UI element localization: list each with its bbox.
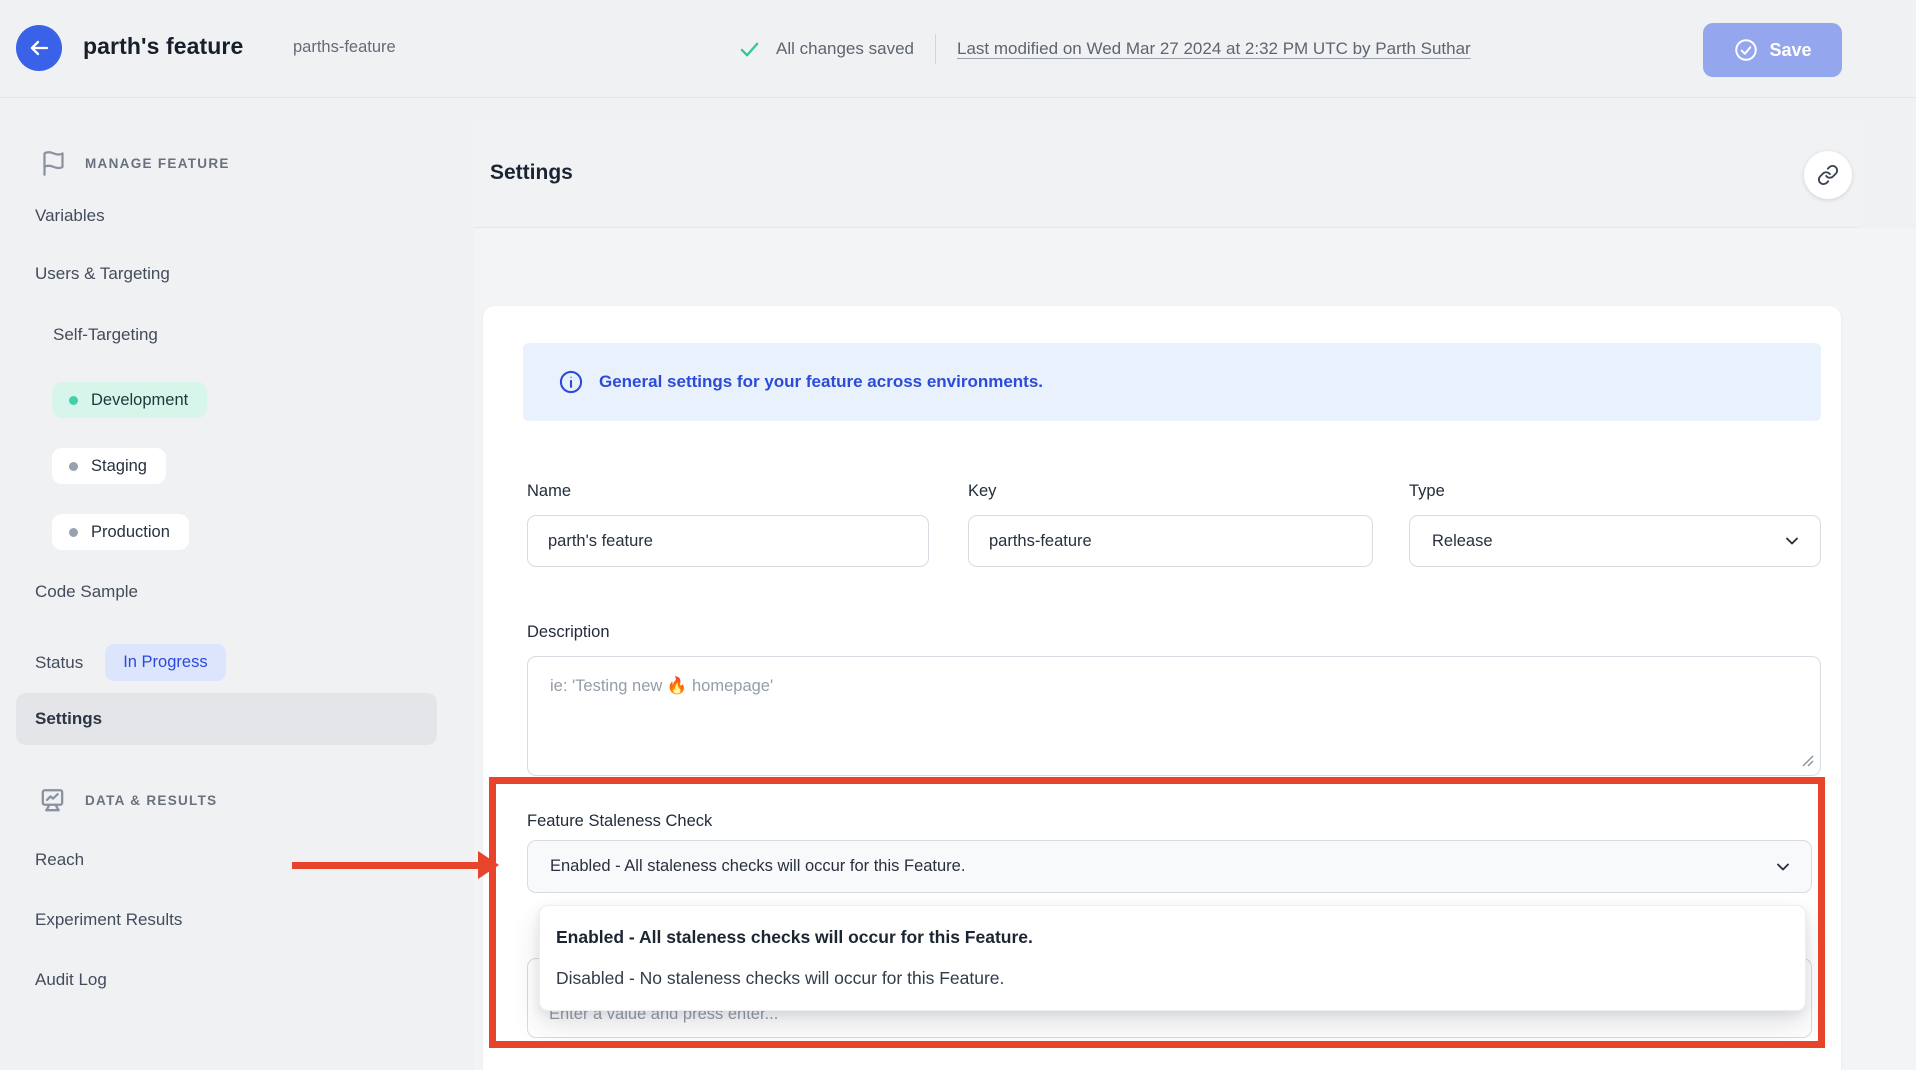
saved-status: All changes saved	[776, 39, 914, 59]
env-development-label: Development	[91, 391, 188, 410]
sidebar-item-reach[interactable]: Reach	[35, 850, 84, 870]
sidebar-env-development[interactable]: Development	[52, 382, 207, 418]
sidebar-item-self-targeting[interactable]: Self-Targeting	[53, 325, 158, 345]
env-dot-icon	[69, 396, 78, 405]
name-input[interactable]	[527, 515, 929, 567]
manage-feature-label: MANAGE FEATURE	[85, 156, 230, 171]
status-label: Status	[35, 653, 83, 673]
staleness-select-value: Enabled - All staleness checks will occu…	[550, 857, 965, 876]
sidebar-item-variables[interactable]: Variables	[35, 206, 105, 226]
env-dot-icon	[69, 462, 78, 471]
data-results-section: DATA & RESULTS	[38, 786, 217, 815]
page-title: parth's feature	[83, 33, 243, 60]
sidebar-item-audit-log[interactable]: Audit Log	[35, 970, 107, 990]
chevron-down-icon	[1782, 531, 1802, 551]
type-select-value: Release	[1432, 532, 1493, 551]
settings-card: General settings for your feature across…	[483, 306, 1841, 1070]
feature-key-subtitle: parths-feature	[293, 38, 396, 57]
header-divider	[935, 34, 936, 64]
info-icon	[558, 369, 584, 395]
link-icon	[1817, 164, 1839, 186]
name-label: Name	[527, 482, 571, 501]
copy-link-button[interactable]	[1804, 151, 1852, 199]
sidebar-env-staging[interactable]: Staging	[52, 448, 166, 484]
settings-panel-title: Settings	[490, 161, 573, 185]
sidebar: MANAGE FEATURE Variables Users & Targeti…	[0, 98, 474, 1070]
last-modified-link[interactable]: Last modified on Wed Mar 27 2024 at 2:32…	[957, 39, 1471, 59]
flag-icon	[40, 150, 67, 177]
sidebar-settings-label: Settings	[35, 709, 102, 729]
info-banner-text: General settings for your feature across…	[599, 372, 1043, 392]
info-banner: General settings for your feature across…	[523, 343, 1821, 421]
staleness-dropdown-menu: Enabled - All staleness checks will occu…	[539, 905, 1806, 1011]
sidebar-item-experiment-results[interactable]: Experiment Results	[35, 910, 182, 930]
staleness-option-enabled[interactable]: Enabled - All staleness checks will occu…	[540, 927, 1805, 948]
description-textarea[interactable]	[527, 656, 1821, 776]
back-button[interactable]	[16, 25, 62, 71]
arrow-left-icon	[27, 36, 51, 60]
save-button-label: Save	[1769, 40, 1811, 61]
staleness-option-disabled[interactable]: Disabled - No staleness checks will occu…	[540, 968, 1805, 989]
staleness-select[interactable]: Enabled - All staleness checks will occu…	[527, 840, 1812, 893]
chevron-down-icon	[1773, 857, 1793, 877]
key-label: Key	[968, 482, 996, 501]
settings-panel-header: Settings	[474, 123, 1858, 228]
description-label: Description	[527, 623, 610, 642]
sidebar-item-users-targeting[interactable]: Users & Targeting	[35, 264, 170, 284]
save-button[interactable]: Save	[1703, 23, 1842, 77]
top-bar: parth's feature parths-feature All chang…	[0, 0, 1916, 98]
staleness-label: Feature Staleness Check	[527, 812, 712, 831]
sidebar-item-code-sample[interactable]: Code Sample	[35, 582, 138, 602]
type-select[interactable]: Release	[1409, 515, 1821, 567]
env-staging-label: Staging	[91, 457, 147, 476]
manage-feature-section: MANAGE FEATURE	[40, 150, 230, 177]
env-dot-icon	[69, 528, 78, 537]
type-label: Type	[1409, 482, 1445, 501]
status-row: Status In Progress	[35, 644, 226, 681]
sidebar-item-settings[interactable]: Settings	[16, 693, 437, 745]
status-badge: In Progress	[105, 644, 225, 681]
sidebar-env-production[interactable]: Production	[52, 514, 189, 550]
presentation-chart-icon	[38, 786, 67, 815]
key-input[interactable]	[968, 515, 1373, 567]
check-icon	[738, 38, 761, 61]
data-results-label: DATA & RESULTS	[85, 793, 217, 808]
env-production-label: Production	[91, 523, 170, 542]
circle-check-icon	[1733, 37, 1759, 63]
